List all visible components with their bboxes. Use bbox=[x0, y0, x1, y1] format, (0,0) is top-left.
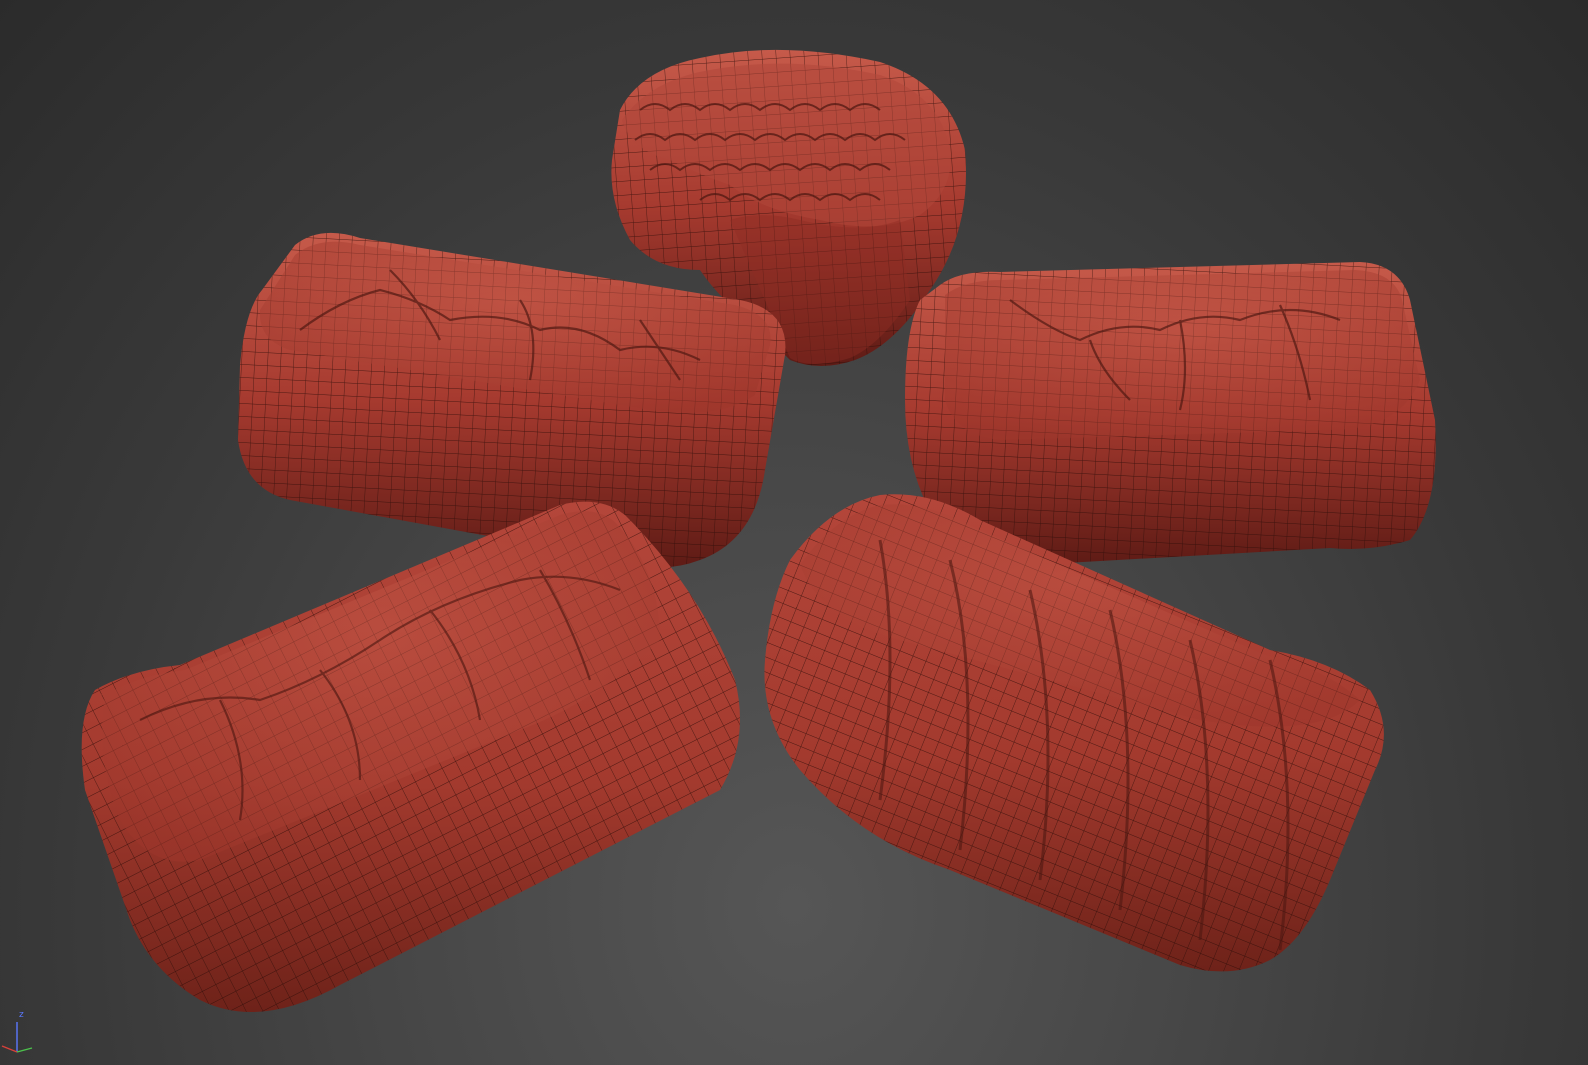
viewport-3d[interactable]: z bbox=[0, 0, 1588, 1065]
z-axis-label: z bbox=[19, 1010, 24, 1020]
right-rect-candy-model[interactable] bbox=[905, 262, 1436, 565]
axis-gizmo: z bbox=[0, 1010, 40, 1065]
bottom-left-candy-model[interactable] bbox=[81, 501, 740, 1012]
wrapped-candy-model[interactable] bbox=[764, 494, 1384, 972]
scene-canvas[interactable] bbox=[0, 0, 1588, 1065]
left-rect-candy-model[interactable] bbox=[238, 232, 786, 568]
